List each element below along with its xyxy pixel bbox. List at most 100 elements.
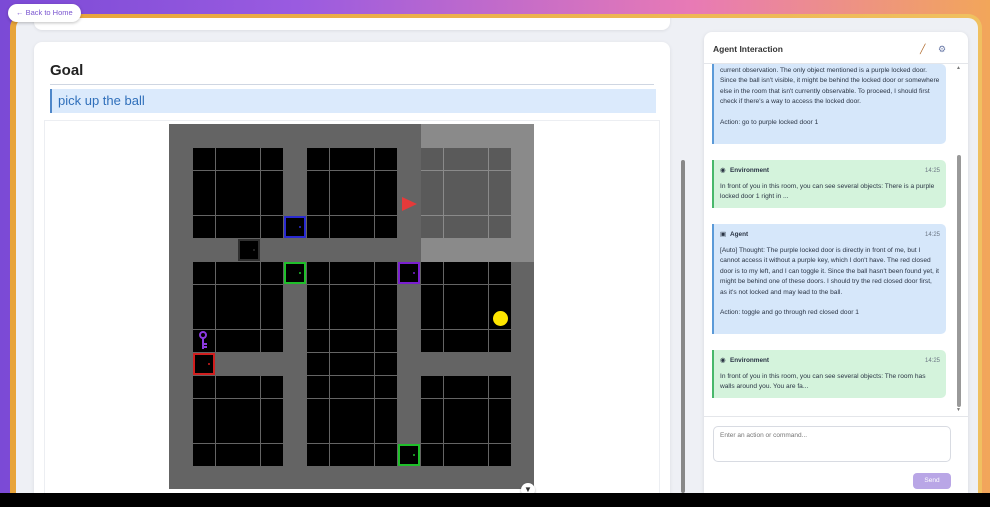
panel-title: Agent Interaction	[713, 44, 783, 54]
scroll-down-button[interactable]: ▼	[521, 483, 535, 493]
brush-icon[interactable]: ╱	[920, 44, 925, 55]
grid-cell	[330, 421, 352, 443]
agent-arrow-shape	[402, 197, 417, 211]
command-input[interactable]	[713, 426, 951, 462]
grid-cell	[421, 399, 443, 421]
top-card	[34, 18, 670, 30]
grid-cell	[307, 193, 329, 215]
main-scrollbar-thumb[interactable]	[681, 160, 685, 493]
grid-cell	[489, 171, 511, 193]
grid-cell	[216, 307, 238, 329]
grid-cell	[330, 216, 352, 238]
grid-cell	[421, 421, 443, 443]
back-to-home-button[interactable]: ← Back to Home	[8, 4, 81, 22]
grid-cell	[375, 171, 397, 193]
scroll-up-icon[interactable]: ▲	[956, 65, 961, 71]
grid-cell	[216, 285, 238, 307]
grid-cell	[352, 444, 374, 466]
door-knob	[299, 272, 301, 274]
grid-cell	[238, 193, 260, 215]
main-column: Goal pick up the ball	[34, 18, 670, 493]
grid-cell	[466, 262, 488, 284]
grid-cell	[444, 444, 466, 466]
grid-cell	[466, 171, 488, 193]
grid-cell	[466, 148, 488, 170]
grid-cell	[489, 421, 511, 443]
grid-cell	[216, 421, 238, 443]
grid-cell	[261, 421, 283, 443]
grid-cell	[421, 444, 443, 466]
robot-icon: ▣	[720, 231, 727, 238]
grid-cell	[489, 193, 511, 215]
app-frame: Goal pick up the ball ▼ Agent Interactio…	[0, 0, 990, 493]
grid-cell	[421, 171, 443, 193]
grid-cell	[489, 285, 511, 307]
grid-cell	[444, 330, 466, 352]
gear-icon[interactable]: ⚙	[938, 44, 946, 55]
grid-cell	[193, 376, 215, 398]
globe-icon: ◉	[720, 167, 726, 174]
grid-cell	[466, 307, 488, 329]
grid-cell	[330, 262, 352, 284]
grid-cell	[444, 148, 466, 170]
panel-scrollbar-thumb[interactable]	[957, 155, 961, 407]
dark-door	[238, 239, 260, 261]
grid-cell	[352, 330, 374, 352]
agent-arrow-icon	[402, 197, 417, 211]
grid-cell	[375, 262, 397, 284]
main-scrollbar[interactable]	[680, 18, 686, 493]
grid-cell	[375, 148, 397, 170]
globe-icon: ◉	[720, 357, 726, 364]
grid-cell	[307, 285, 329, 307]
grid-cell	[307, 148, 329, 170]
message-text: current observation. The only object men…	[720, 67, 940, 127]
grid-cell	[193, 148, 215, 170]
grid-cell	[261, 193, 283, 215]
grid-cell	[193, 262, 215, 284]
grid-cell	[352, 421, 374, 443]
grid-cell	[352, 262, 374, 284]
grid-cell	[238, 171, 260, 193]
grid-cell	[466, 193, 488, 215]
grid-cell	[375, 193, 397, 215]
message-sender: Agent	[730, 231, 749, 238]
grid-cell	[238, 399, 260, 421]
grid-cell	[352, 307, 374, 329]
message-list: current observation. The only object men…	[704, 64, 956, 414]
message-time: 14:25	[924, 358, 940, 364]
grid-cell	[216, 262, 238, 284]
grid-cell	[307, 330, 329, 352]
agent-message: current observation. The only object men…	[712, 64, 946, 144]
gridworld	[169, 124, 534, 489]
panel-scrollbar[interactable]: ▲ ▼	[956, 65, 962, 415]
grid-cell	[261, 171, 283, 193]
purple-key-icon	[199, 331, 207, 349]
grid-cell	[307, 421, 329, 443]
environment-message: ◉ Environment 14:25 In front of you in t…	[712, 160, 946, 208]
goal-card: Goal pick up the ball	[34, 42, 670, 493]
grid-cell	[489, 216, 511, 238]
grid-cell	[216, 444, 238, 466]
grid-cell	[330, 307, 352, 329]
grid-cell	[352, 285, 374, 307]
grid-cell	[421, 285, 443, 307]
grid-cell	[216, 171, 238, 193]
grid-cell	[261, 216, 283, 238]
input-divider	[704, 416, 968, 417]
grid-cell	[421, 376, 443, 398]
grid-cell	[489, 376, 511, 398]
grid-cell	[216, 376, 238, 398]
purple-locked-door	[398, 262, 420, 284]
grid-cell	[238, 444, 260, 466]
grid-cell	[261, 148, 283, 170]
grid-cell	[421, 148, 443, 170]
scroll-down-icon[interactable]: ▼	[956, 407, 961, 413]
blue-door	[284, 216, 306, 238]
message-time: 14:25	[924, 168, 940, 174]
grid-cell	[375, 444, 397, 466]
grid-cell	[421, 216, 443, 238]
green-door	[398, 444, 420, 466]
send-button[interactable]: Send	[913, 473, 951, 489]
agent-message: ▣ Agent 14:25 [Auto] Thought: The purple…	[712, 224, 946, 334]
green-door	[284, 262, 306, 284]
